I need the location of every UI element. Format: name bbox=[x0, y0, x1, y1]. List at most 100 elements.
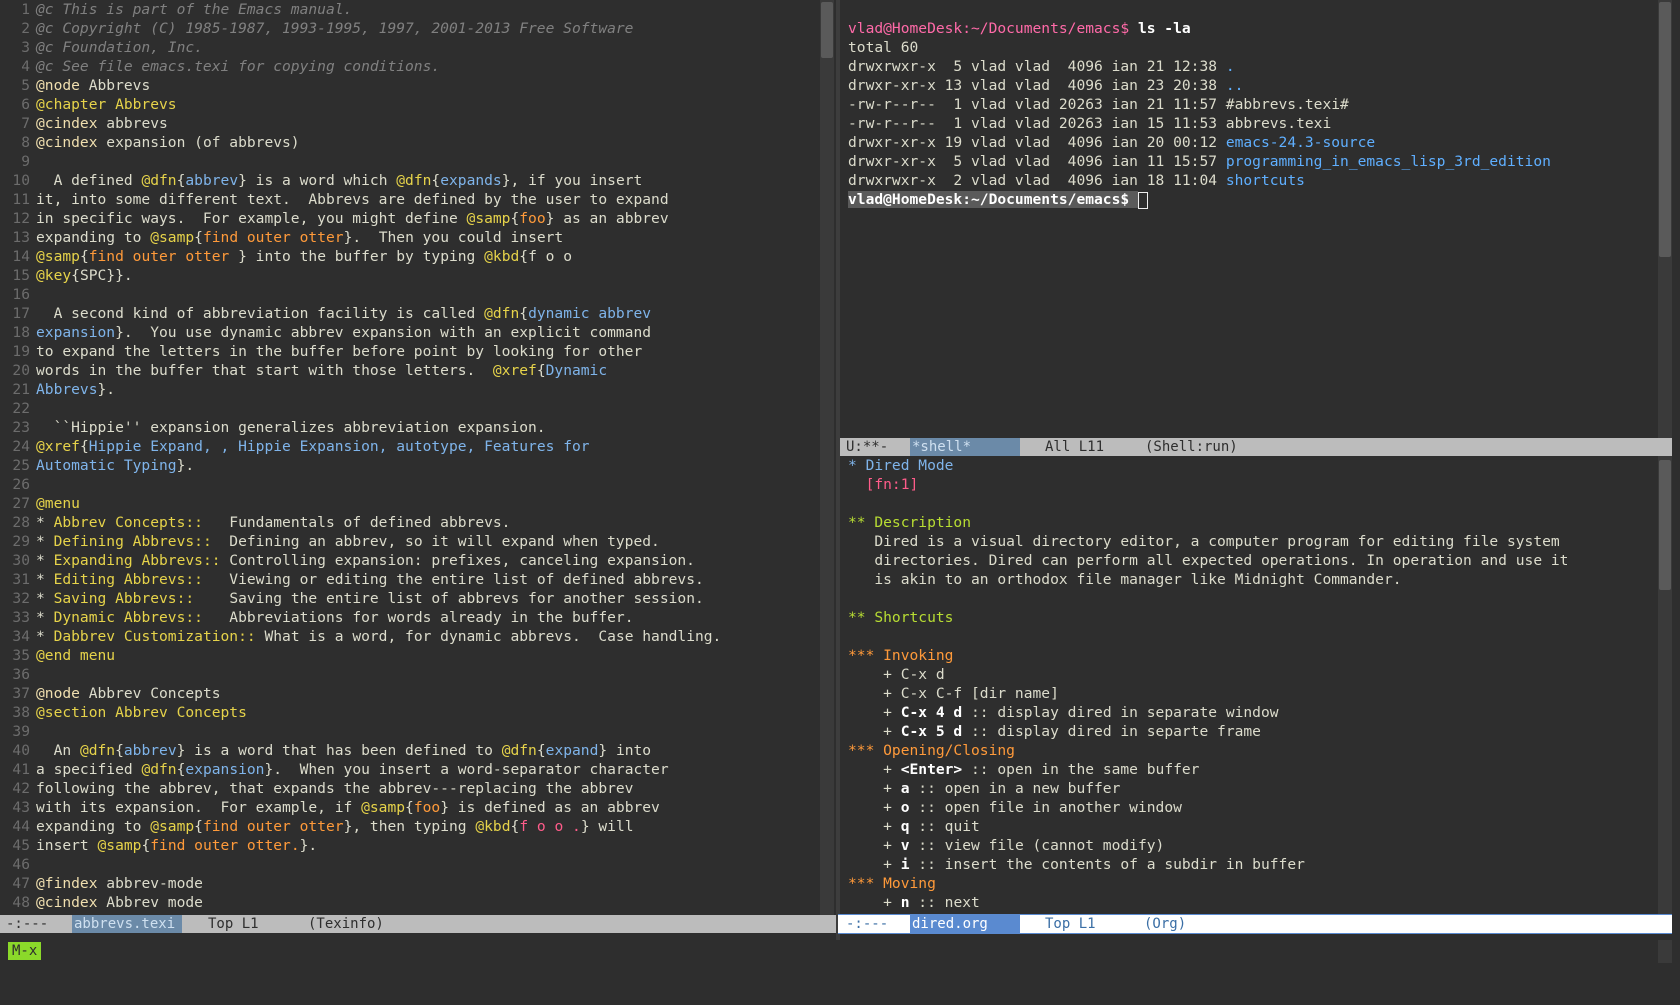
texinfo-modeline-buffer-name[interactable]: abbrevs.texi bbox=[72, 915, 182, 933]
org-line[interactable]: + C-x C-f [dir name] bbox=[840, 684, 1658, 703]
texinfo-modeline[interactable]: -:--- abbrevs.texi Top L1 (Texinfo) bbox=[0, 915, 836, 933]
org-line[interactable]: *** Moving bbox=[840, 874, 1658, 893]
shell-line[interactable]: drwxr-xr-x 5 vlad vlad 4096 ian 11 15:57… bbox=[840, 152, 1658, 171]
code-line[interactable]: 47 @findex abbrev-mode bbox=[0, 874, 820, 893]
org-line[interactable] bbox=[840, 494, 1658, 513]
org-line[interactable]: ** Description bbox=[840, 513, 1658, 532]
org-line[interactable]: Dired is a visual directory editor, a co… bbox=[840, 532, 1658, 551]
code-line[interactable]: 6 @chapter Abbrevs bbox=[0, 95, 820, 114]
code-line[interactable]: 21 Abbrevs}. bbox=[0, 380, 820, 399]
code-line[interactable]: 28 * Abbrev Concepts:: Fundamentals of de… bbox=[0, 513, 820, 532]
org-line[interactable]: + C-x 5 d :: display dired in separte fr… bbox=[840, 722, 1658, 741]
texinfo-buffer-text[interactable]: 1 @c This is part of the Emacs manual. 2 @c… bbox=[0, 0, 820, 912]
code-line[interactable]: 18 expansion}. You use dynamic abbrev exp… bbox=[0, 323, 820, 342]
org-line[interactable]: [fn:1] bbox=[840, 475, 1658, 494]
code-line[interactable]: 41 a specified @dfn{expansion}. When you … bbox=[0, 760, 820, 779]
shell-scrollbar-thumb[interactable] bbox=[1659, 2, 1671, 257]
minibuffer[interactable]: M-x bbox=[0, 940, 1680, 963]
org-modeline-buffer-name[interactable]: dired.org bbox=[910, 915, 1020, 933]
code-line[interactable]: 48 @cindex Abbrev mode bbox=[0, 893, 820, 912]
code-line[interactable]: 3 @c Foundation, Inc. bbox=[0, 38, 820, 57]
code-line[interactable]: 43 with its expansion. For example, if @s… bbox=[0, 798, 820, 817]
org-editor-pane[interactable]: * Dired Mode [fn:1] ** Description Dired … bbox=[840, 456, 1658, 915]
code-line[interactable]: 25 Automatic Typing}. bbox=[0, 456, 820, 475]
texinfo-editor-pane[interactable]: 1 @c This is part of the Emacs manual. 2 @c… bbox=[0, 0, 820, 915]
code-line[interactable]: 19 to expand the letters in the buffer be… bbox=[0, 342, 820, 361]
left-scrollbar[interactable] bbox=[820, 0, 834, 915]
shell-pane[interactable]: vlad@HomeDesk:~/Documents/emacs$ ls -la t… bbox=[840, 0, 1658, 438]
code-line[interactable]: 11 it, into some different text. Abbrevs … bbox=[0, 190, 820, 209]
shell-line[interactable]: vlad@HomeDesk:~/Documents/emacs$ bbox=[840, 190, 1658, 209]
shell-line[interactable]: vlad@HomeDesk:~/Documents/emacs$ ls -la bbox=[840, 19, 1658, 38]
shell-line[interactable]: drwxrwxr-x 2 vlad vlad 4096 ian 18 11:04… bbox=[840, 171, 1658, 190]
org-modeline[interactable]: -:--- dired.org Top L1 (Org) bbox=[838, 914, 1672, 934]
code-line[interactable]: 36 bbox=[0, 665, 820, 684]
code-line[interactable]: 31 * Editing Abbrevs:: Viewing or editing… bbox=[0, 570, 820, 589]
shell-line[interactable]: total 60 bbox=[840, 38, 1658, 57]
code-line[interactable]: 10 A defined @dfn{abbrev} is a word whic… bbox=[0, 171, 820, 190]
code-line[interactable]: 9 bbox=[0, 152, 820, 171]
shell-line[interactable]: -rw-r--r-- 1 vlad vlad 20263 ian 15 11:5… bbox=[840, 114, 1658, 133]
org-line[interactable]: + i :: insert the contents of a subdir i… bbox=[840, 855, 1658, 874]
code-line[interactable]: 2 @c Copyright (C) 1985-1987, 1993-1995, … bbox=[0, 19, 820, 38]
minibuffer-scrollbar[interactable] bbox=[1658, 940, 1672, 963]
code-line[interactable]: 8 @cindex expansion (of abbrevs) bbox=[0, 133, 820, 152]
code-line[interactable]: 30 * Expanding Abbrevs:: Controlling expa… bbox=[0, 551, 820, 570]
code-line[interactable]: 12 in specific ways. For example, you mig… bbox=[0, 209, 820, 228]
code-line[interactable]: 44 expanding to @samp{find outer otter}, … bbox=[0, 817, 820, 836]
code-line[interactable]: 17 A second kind of abbreviation facilit… bbox=[0, 304, 820, 323]
code-line[interactable]: 35 @end menu bbox=[0, 646, 820, 665]
code-line[interactable]: 33 * Dynamic Abbrevs:: Abbreviations for … bbox=[0, 608, 820, 627]
org-line[interactable]: + <Enter> :: open in the same buffer bbox=[840, 760, 1658, 779]
code-line[interactable]: 16 bbox=[0, 285, 820, 304]
code-line[interactable]: 39 bbox=[0, 722, 820, 741]
shell-line[interactable]: drwxrwxr-x 5 vlad vlad 4096 ian 21 12:38… bbox=[840, 57, 1658, 76]
org-line[interactable]: *** Opening/Closing bbox=[840, 741, 1658, 760]
org-line[interactable]: is akin to an orthodox file manager like… bbox=[840, 570, 1658, 589]
org-line[interactable] bbox=[840, 627, 1658, 646]
code-line[interactable]: 32 * Saving Abbrevs:: Saving the entire l… bbox=[0, 589, 820, 608]
code-line[interactable]: 27 @menu bbox=[0, 494, 820, 513]
org-line[interactable]: + o :: open file in another window bbox=[840, 798, 1658, 817]
code-line[interactable]: 5 @node Abbrevs bbox=[0, 76, 820, 95]
org-scrollbar[interactable] bbox=[1658, 456, 1672, 915]
org-line[interactable]: ** Shortcuts bbox=[840, 608, 1658, 627]
code-line[interactable]: 1 @c This is part of the Emacs manual. bbox=[0, 0, 820, 19]
code-line[interactable]: 14 @samp{find outer otter } into the buff… bbox=[0, 247, 820, 266]
org-line[interactable]: + n :: next bbox=[840, 893, 1658, 912]
code-line[interactable]: 34 * Dabbrev Customization:: What is a wo… bbox=[0, 627, 820, 646]
org-line[interactable]: + a :: open in a new buffer bbox=[840, 779, 1658, 798]
org-line[interactable]: + C-x 4 d :: display dired in separate w… bbox=[840, 703, 1658, 722]
shell-scrollbar[interactable] bbox=[1658, 0, 1672, 438]
code-line[interactable]: 42 following the abbrev, that expands the… bbox=[0, 779, 820, 798]
org-line[interactable]: + q :: quit bbox=[840, 817, 1658, 836]
code-line[interactable]: 46 bbox=[0, 855, 820, 874]
code-line[interactable]: 26 bbox=[0, 475, 820, 494]
code-line[interactable]: 13 expanding to @samp{find outer otter}. … bbox=[0, 228, 820, 247]
shell-modeline-mode[interactable]: (Shell:run) bbox=[1145, 438, 1238, 456]
org-modeline-mode[interactable]: (Org) bbox=[1144, 915, 1186, 933]
org-scrollbar-thumb[interactable] bbox=[1659, 460, 1671, 590]
code-line[interactable]: 4 @c See file emacs.texi for copying cond… bbox=[0, 57, 820, 76]
shell-modeline[interactable]: U:**- *shell* All L11 (Shell:run) bbox=[840, 438, 1672, 456]
shell-line[interactable]: drwxr-xr-x 19 vlad vlad 4096 ian 20 00:1… bbox=[840, 133, 1658, 152]
code-line[interactable]: 37 @node Abbrev Concepts bbox=[0, 684, 820, 703]
code-line[interactable]: 23 ``Hippie'' expansion generalizes abbr… bbox=[0, 418, 820, 437]
org-line[interactable]: + C-x d bbox=[840, 665, 1658, 684]
code-line[interactable]: 20 words in the buffer that start with th… bbox=[0, 361, 820, 380]
org-line[interactable]: *** Invoking bbox=[840, 646, 1658, 665]
texinfo-modeline-mode[interactable]: (Texinfo) bbox=[308, 915, 384, 933]
left-scrollbar-thumb[interactable] bbox=[821, 2, 833, 58]
org-line[interactable]: + v :: view file (cannot modify) bbox=[840, 836, 1658, 855]
code-line[interactable]: 24 @xref{Hippie Expand, , Hippie Expansio… bbox=[0, 437, 820, 456]
code-line[interactable]: 15 @key{SPC}}. bbox=[0, 266, 820, 285]
code-line[interactable]: 22 bbox=[0, 399, 820, 418]
org-line[interactable] bbox=[840, 589, 1658, 608]
shell-modeline-buffer-name[interactable]: *shell* bbox=[910, 438, 1020, 456]
code-line[interactable]: 38 @section Abbrev Concepts bbox=[0, 703, 820, 722]
shell-output[interactable]: vlad@HomeDesk:~/Documents/emacs$ ls -la t… bbox=[840, 19, 1658, 209]
org-line[interactable]: * Dired Mode bbox=[840, 456, 1658, 475]
org-line[interactable]: directories. Dired can perform all expec… bbox=[840, 551, 1658, 570]
code-line[interactable]: 29 * Defining Abbrevs:: Defining an abbre… bbox=[0, 532, 820, 551]
code-line[interactable]: 45 insert @samp{find outer otter.}. bbox=[0, 836, 820, 855]
